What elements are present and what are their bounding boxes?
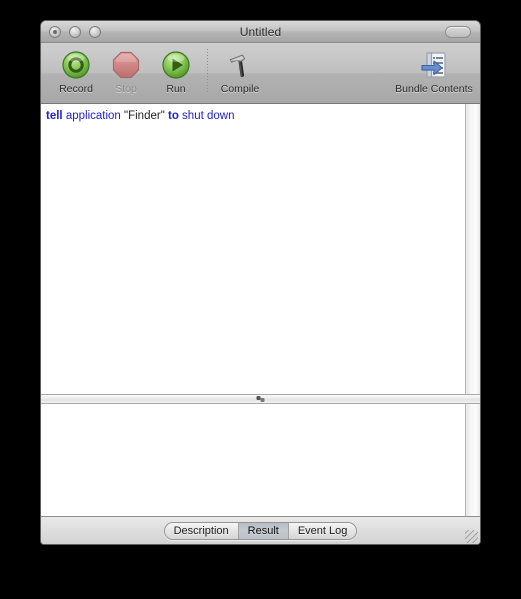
toolbar: Record Stop Run Compile Bundle Contents: [41, 43, 480, 104]
window-controls: [49, 21, 101, 42]
stop-icon: [112, 51, 140, 79]
script-token-6: to: [167, 110, 179, 122]
run-button[interactable]: Run: [151, 47, 201, 95]
editor-vertical-scrollbar[interactable]: [465, 104, 480, 394]
script-token-8: shut down: [182, 110, 235, 122]
result-vertical-scrollbar[interactable]: [465, 404, 480, 516]
record-icon: [62, 51, 90, 79]
window-title: Untitled: [239, 24, 282, 39]
tab-description[interactable]: Description: [164, 522, 239, 539]
splitter-grip-icon: [256, 396, 265, 402]
script-token-4: "Finder": [124, 110, 165, 122]
stop-button[interactable]: Stop: [101, 47, 151, 95]
bottom-bar: Description Result Event Log: [41, 516, 480, 544]
run-label: Run: [166, 83, 186, 95]
toolbar-toggle-button[interactable]: [445, 26, 471, 38]
toolbar-separator: [207, 49, 208, 93]
script-token-0: tell: [46, 110, 63, 122]
resize-grip-icon[interactable]: [465, 530, 478, 543]
bundle-contents-button[interactable]: Bundle Contents: [388, 47, 480, 95]
bundle-contents-icon: [421, 52, 446, 78]
record-button[interactable]: Record: [51, 47, 101, 95]
bundle-contents-label: Bundle Contents: [395, 83, 473, 95]
zoom-button[interactable]: [89, 25, 101, 38]
script-editor-window: Untitled Record Stop Run Compile Bundle …: [40, 20, 481, 545]
script-source-text[interactable]: tell application "Finder" to shut down: [41, 104, 465, 394]
compile-label: Compile: [220, 83, 260, 95]
minimize-button[interactable]: [69, 25, 81, 38]
tab-result[interactable]: Result: [238, 522, 289, 539]
title-bar[interactable]: Untitled: [41, 21, 480, 43]
pane-splitter[interactable]: [41, 394, 480, 404]
tab-event-log[interactable]: Event Log: [288, 522, 357, 539]
stop-label: Stop: [115, 83, 137, 95]
script-editor-pane[interactable]: tell application "Finder" to shut down: [41, 104, 480, 394]
compile-hammer-icon: [229, 54, 246, 77]
record-label: Record: [59, 83, 93, 95]
script-token-2: application: [65, 110, 121, 122]
close-button[interactable]: [49, 25, 61, 38]
run-icon: [162, 51, 190, 79]
result-text: [41, 404, 465, 516]
result-pane[interactable]: [41, 404, 480, 516]
compile-button[interactable]: Compile: [215, 47, 265, 95]
result-tabs: Description Result Event Log: [163, 521, 358, 540]
